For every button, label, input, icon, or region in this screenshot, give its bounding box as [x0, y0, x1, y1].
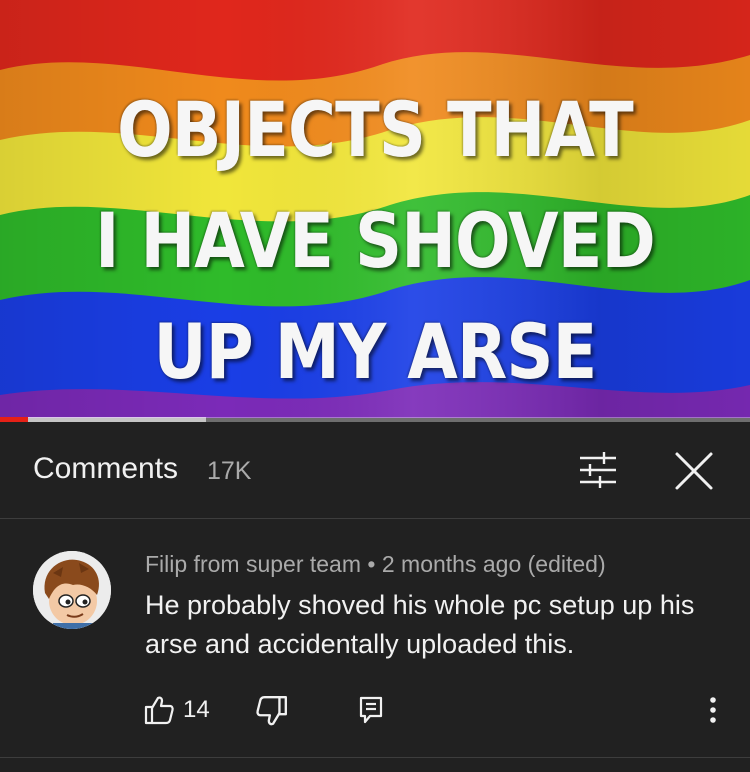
title-line-2: I HAVE SHOVED [95, 196, 656, 285]
video-player[interactable]: OBJECTS THAT I HAVE SHOVED UP MY ARSE [0, 0, 750, 418]
comments-header: Comments 17K [0, 422, 750, 519]
comments-count: 17K [207, 457, 252, 485]
comments-title: Comments [33, 452, 179, 485]
comment-time: 2 months ago (edited) [381, 551, 606, 577]
title-line-1: OBJECTS THAT [117, 85, 634, 174]
title-line-3: UP MY ARSE [153, 307, 598, 396]
divider [0, 757, 750, 758]
avatar[interactable] [33, 551, 111, 629]
sliders-icon[interactable] [576, 450, 620, 490]
thumbs-down-icon[interactable] [255, 694, 289, 728]
comment-actions: 14 [0, 690, 750, 730]
more-vertical-icon[interactable] [700, 694, 726, 726]
video-title-text: OBJECTS THAT I HAVE SHOVED UP MY ARSE [53, 74, 698, 407]
like-count: 14 [183, 696, 210, 723]
close-icon[interactable] [673, 450, 715, 492]
comment-author[interactable]: Filip from super team [145, 551, 361, 577]
comment-text: He probably shoved his whole pc setup up… [145, 590, 695, 659]
reply-icon[interactable] [358, 694, 384, 726]
like-button[interactable]: 14 [143, 690, 210, 730]
meta-separator: • [367, 551, 376, 577]
avatar-cartoon-face [33, 551, 111, 629]
thumbs-up-icon [144, 696, 174, 725]
comment-meta: Filip from super team • 2 months ago (ed… [145, 551, 606, 578]
